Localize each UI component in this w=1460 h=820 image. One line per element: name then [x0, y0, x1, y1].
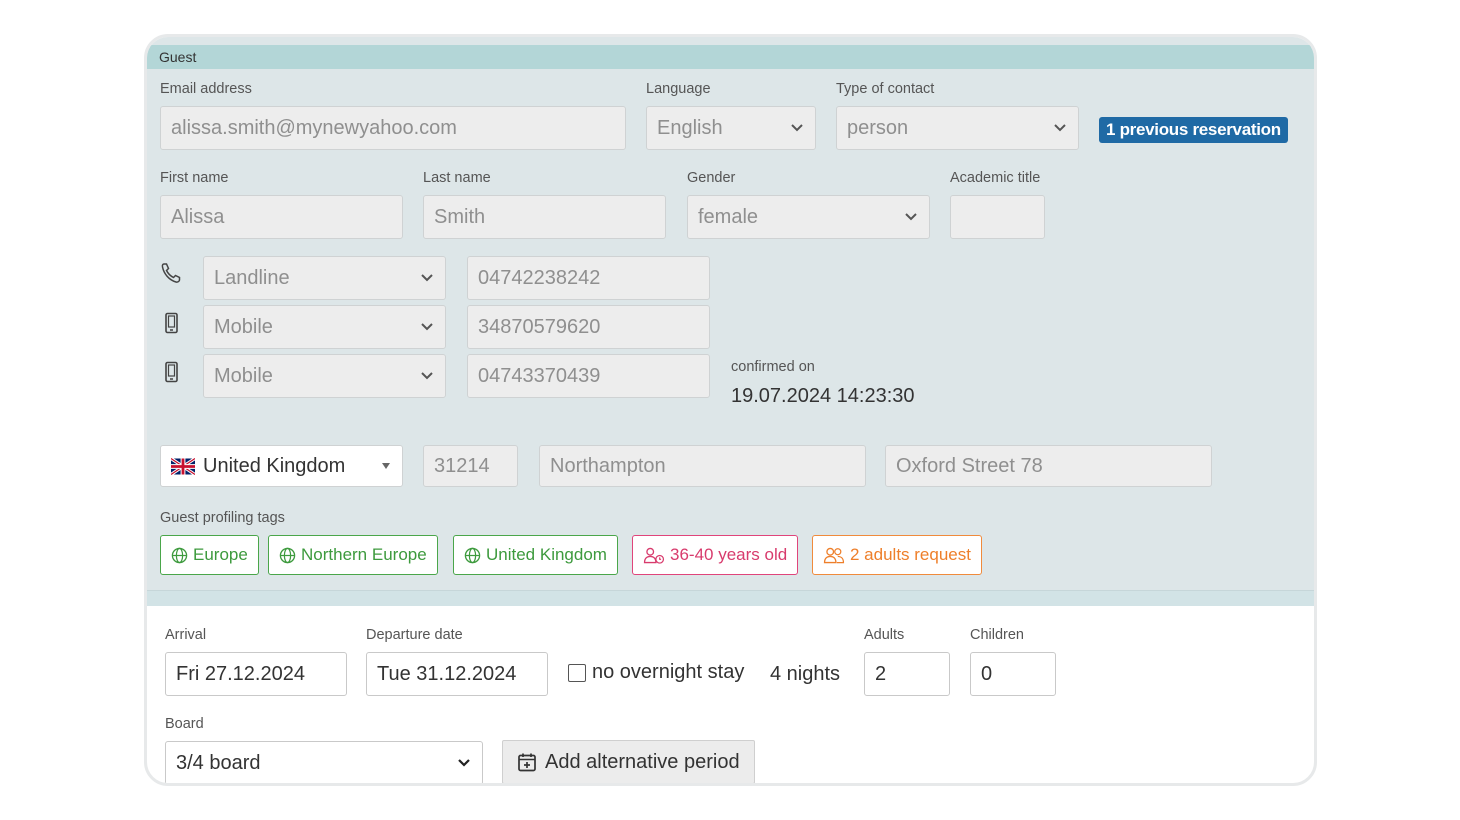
country-value: United Kingdom — [203, 454, 346, 477]
gender-label: Gender — [687, 170, 736, 186]
adults-label: Adults — [864, 627, 905, 643]
calendar-plus-icon — [518, 753, 536, 772]
adults-value: 2 — [875, 663, 887, 685]
children-value: 0 — [981, 663, 993, 685]
profiling-tag[interactable]: Northern Europe — [268, 535, 438, 575]
first-name-label: First name — [160, 170, 229, 186]
section-divider — [147, 590, 1314, 606]
academic-title-field[interactable] — [950, 195, 1045, 239]
contact-type-value: person — [847, 117, 909, 139]
children-field[interactable]: 0 — [970, 652, 1056, 696]
email-field[interactable]: alissa.smith@mynewyahoo.com — [160, 106, 626, 150]
globe-icon — [279, 547, 296, 563]
phone-number-field-1[interactable]: 04742238242 — [467, 256, 710, 300]
phone-type-value: Landline — [214, 267, 290, 289]
chevron-down-icon — [458, 759, 470, 767]
last-name-value: Smith — [434, 206, 486, 228]
zip-value: 31214 — [434, 455, 490, 477]
board-label: Board — [165, 716, 204, 732]
phone-type-select-1[interactable]: Landline — [203, 256, 446, 300]
person-age-icon — [643, 547, 665, 564]
profiling-tag-text: 36-40 years old — [670, 545, 788, 564]
chevron-down-icon — [421, 323, 433, 331]
caret-down-icon — [382, 463, 390, 469]
email-label: Email address — [160, 81, 252, 97]
gender-value: female — [698, 206, 759, 228]
arrival-label: Arrival — [165, 627, 207, 643]
departure-date-value: Tue 31.12.2024 — [377, 663, 517, 685]
chevron-down-icon — [791, 124, 803, 132]
first-name-field[interactable]: Alissa — [160, 195, 403, 239]
board-select[interactable]: 3/4 board — [165, 741, 483, 783]
language-select[interactable]: English — [646, 106, 816, 150]
phone-type-select-2[interactable]: Mobile — [203, 305, 446, 349]
adults-field[interactable]: 2 — [864, 652, 950, 696]
globe-icon — [464, 547, 481, 563]
two-people-icon — [823, 547, 845, 563]
globe-icon — [171, 547, 188, 563]
reservation-form-card: Guest Email address alissa.smith@mynewya… — [144, 34, 1317, 786]
profiling-tag-text: United Kingdom — [486, 545, 607, 564]
profiling-tag[interactable]: 36-40 years old — [632, 535, 799, 575]
email-value: alissa.smith@mynewyahoo.com — [171, 117, 457, 139]
departure-date-field[interactable]: Tue 31.12.2024 — [366, 652, 548, 696]
last-name-label: Last name — [423, 170, 491, 186]
arrival-date-field[interactable]: Fri 27.12.2024 — [165, 652, 347, 696]
profiling-tag-text: 2 adults request — [850, 545, 971, 564]
phone-icon — [161, 263, 181, 283]
zip-field[interactable]: 31214 — [423, 445, 518, 487]
previous-reservation-badge[interactable]: 1 previous reservation — [1099, 117, 1288, 143]
city-value: Northampton — [550, 455, 666, 477]
profiling-tag[interactable]: Europe — [160, 535, 259, 575]
phone-number-value: 04742238242 — [478, 267, 601, 289]
language-label: Language — [646, 81, 711, 97]
chevron-down-icon — [905, 213, 917, 221]
language-value: English — [657, 117, 723, 139]
confirmed-on-value: 19.07.2024 14:23:30 — [731, 385, 915, 407]
contact-type-select[interactable]: person — [836, 106, 1079, 150]
city-field[interactable]: Northampton — [539, 445, 866, 487]
children-label: Children — [970, 627, 1024, 643]
guest-section-header: Guest — [147, 45, 1314, 69]
phone-number-value: 04743370439 — [478, 365, 601, 387]
profiling-tag[interactable]: 2 adults request — [812, 535, 982, 575]
phone-type-select-3[interactable]: Mobile — [203, 354, 446, 398]
academic-title-label: Academic title — [950, 170, 1041, 186]
nights-count: 4 nights — [770, 663, 841, 685]
phone-type-value: Mobile — [214, 316, 273, 338]
chevron-down-icon — [421, 372, 433, 380]
last-name-field[interactable]: Smith — [423, 195, 666, 239]
phone-number-value: 34870579620 — [478, 316, 601, 338]
no-overnight-checkbox[interactable] — [568, 664, 586, 682]
confirmed-on-label: confirmed on — [731, 359, 815, 375]
add-alternative-period-label: Add alternative period — [545, 750, 740, 773]
phone-number-field-3[interactable]: 04743370439 — [467, 354, 710, 398]
first-name-value: Alissa — [171, 206, 225, 228]
profiling-tags-label: Guest profiling tags — [160, 510, 285, 526]
chevron-down-icon — [421, 274, 433, 282]
guest-section: Guest Email address alissa.smith@mynewya… — [147, 37, 1314, 606]
profiling-tag-text: Europe — [193, 545, 248, 564]
phone-type-value: Mobile — [214, 365, 273, 387]
phone-number-field-2[interactable]: 34870579620 — [467, 305, 710, 349]
uk-flag-icon — [171, 457, 195, 475]
board-value: 3/4 board — [176, 752, 261, 774]
contact-type-label: Type of contact — [836, 81, 935, 97]
gender-select[interactable]: female — [687, 195, 930, 239]
departure-label: Departure date — [366, 627, 463, 643]
profiling-tag[interactable]: United Kingdom — [453, 535, 618, 575]
no-overnight-label[interactable]: no overnight stay — [592, 661, 744, 684]
mobile-phone-icon — [165, 312, 178, 334]
mobile-phone-icon — [165, 361, 178, 383]
profiling-tag-text: Northern Europe — [301, 545, 427, 564]
arrival-date-value: Fri 27.12.2024 — [176, 663, 305, 685]
chevron-down-icon — [1054, 124, 1066, 132]
add-alternative-period-button[interactable]: Add alternative period — [502, 740, 755, 783]
street-field[interactable]: Oxford Street 78 — [885, 445, 1212, 487]
country-select[interactable]: United Kingdom — [160, 445, 403, 487]
street-value: Oxford Street 78 — [896, 455, 1043, 477]
